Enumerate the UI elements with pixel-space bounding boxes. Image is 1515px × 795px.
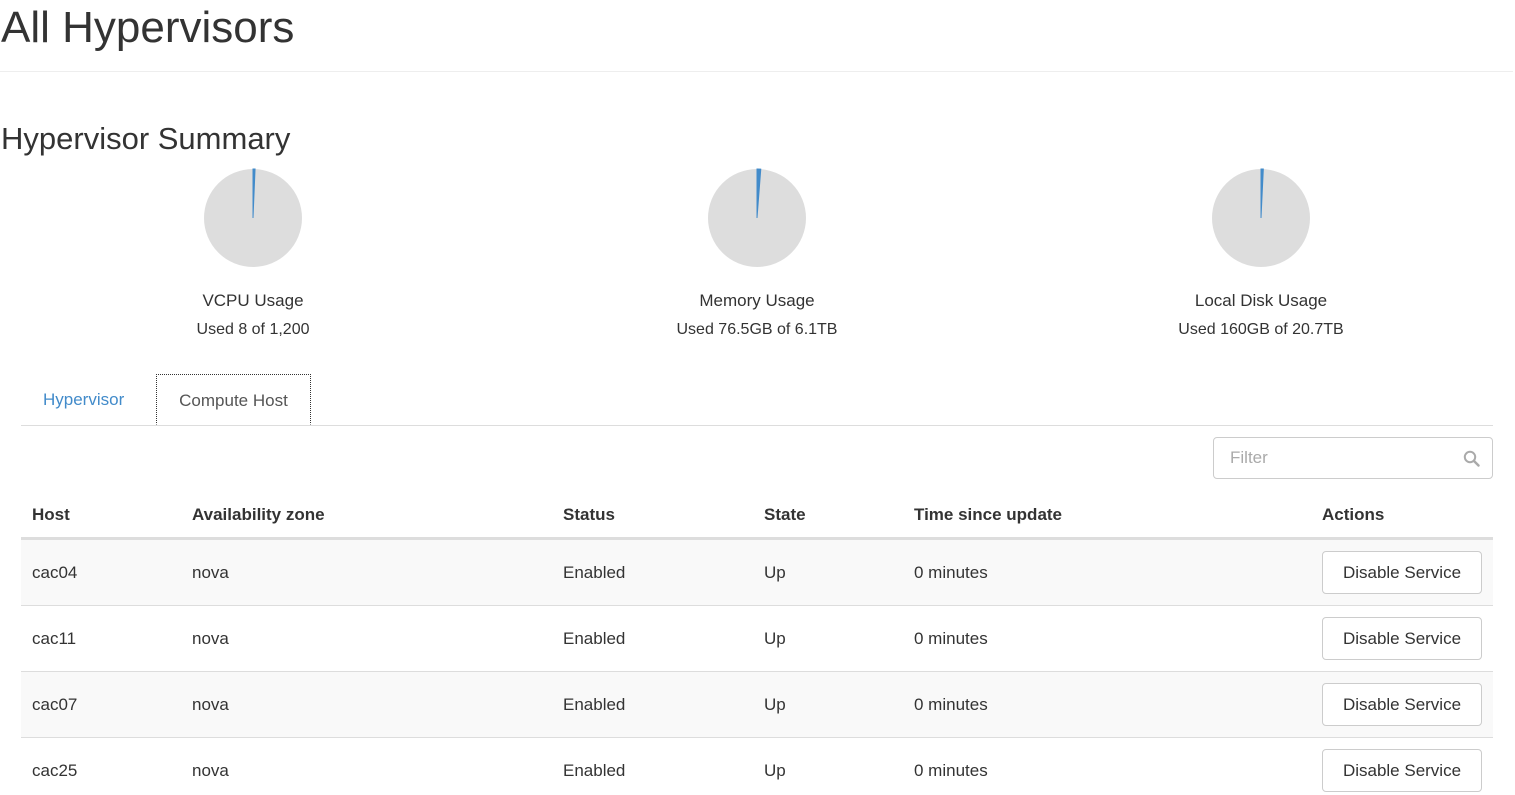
chart-label: Memory Usage (699, 291, 815, 310)
table-row: cac04 nova Enabled Up 0 minutes Disable … (21, 540, 1493, 606)
chart-label: Local Disk Usage (1194, 291, 1328, 310)
cell-zone: nova (192, 761, 229, 780)
cell-time: 0 minutes (914, 629, 988, 648)
cell-time: 0 minutes (914, 761, 988, 780)
cell-zone: nova (192, 629, 229, 648)
vcpu-pie (204, 168, 302, 267)
disable-service-button[interactable]: Disable Service (1322, 551, 1482, 594)
page-title: All Hypervisors (1, 3, 295, 52)
tab-compute-host[interactable]: Compute Host (156, 374, 311, 425)
cell-zone: nova (192, 563, 229, 582)
cell-state: Up (764, 563, 786, 582)
column-header-status[interactable]: Status (563, 505, 615, 525)
tab-bar: Hypervisor Compute Host (21, 374, 1493, 426)
column-header-time[interactable]: Time since update (914, 505, 1062, 525)
disable-service-button[interactable]: Disable Service (1322, 617, 1482, 660)
table-header: Host Availability zone Status State Time… (21, 497, 1493, 540)
vcpu-usage-chart: VCPU Usage Used 8 of 1,200 (103, 168, 403, 340)
page: All Hypervisors Hypervisor Summary VCPU … (0, 0, 1515, 795)
cell-state: Up (764, 695, 786, 714)
search-icon[interactable] (1463, 450, 1480, 467)
column-header-zone[interactable]: Availability zone (192, 505, 325, 525)
title-divider (0, 71, 1513, 72)
summary-title: Hypervisor Summary (1, 121, 291, 156)
cell-status: Enabled (563, 695, 626, 714)
chart-label: VCPU Usage (202, 291, 304, 310)
table-row: cac25 nova Enabled Up 0 minutes Disable … (21, 738, 1493, 795)
cell-time: 0 minutes (914, 695, 988, 714)
table-row: cac07 nova Enabled Up 0 minutes Disable … (21, 672, 1493, 738)
filter-box (1213, 437, 1493, 479)
cell-status: Enabled (563, 563, 626, 582)
filter-input[interactable] (1214, 438, 1470, 478)
cell-time: 0 minutes (914, 563, 988, 582)
memory-usage-chart: Memory Usage Used 76.5GB of 6.1TB (607, 168, 907, 340)
memory-pie (708, 168, 806, 267)
disable-service-button[interactable]: Disable Service (1322, 749, 1482, 792)
cell-host: cac11 (32, 629, 77, 648)
cell-state: Up (764, 629, 786, 648)
tab-hypervisor[interactable]: Hypervisor (23, 374, 144, 424)
cell-state: Up (764, 761, 786, 780)
disk-pie (1212, 168, 1310, 267)
compute-host-table: Host Availability zone Status State Time… (21, 497, 1493, 795)
disable-service-button[interactable]: Disable Service (1322, 683, 1482, 726)
column-header-state[interactable]: State (764, 505, 806, 525)
chart-usage-text: Used 8 of 1,200 (196, 321, 310, 338)
disk-usage-chart: Local Disk Usage Used 160GB of 20.7TB (1111, 168, 1411, 340)
cell-status: Enabled (563, 761, 626, 780)
cell-host: cac04 (32, 563, 78, 582)
cell-host: cac07 (32, 695, 78, 714)
cell-host: cac25 (32, 761, 78, 780)
cell-zone: nova (192, 695, 229, 714)
chart-usage-text: Used 76.5GB of 6.1TB (676, 321, 838, 338)
column-header-host[interactable]: Host (32, 505, 70, 525)
cell-status: Enabled (563, 629, 626, 648)
table-row: cac11 nova Enabled Up 0 minutes Disable … (21, 606, 1493, 672)
column-header-actions: Actions (1322, 505, 1385, 524)
chart-usage-text: Used 160GB of 20.7TB (1178, 321, 1344, 338)
